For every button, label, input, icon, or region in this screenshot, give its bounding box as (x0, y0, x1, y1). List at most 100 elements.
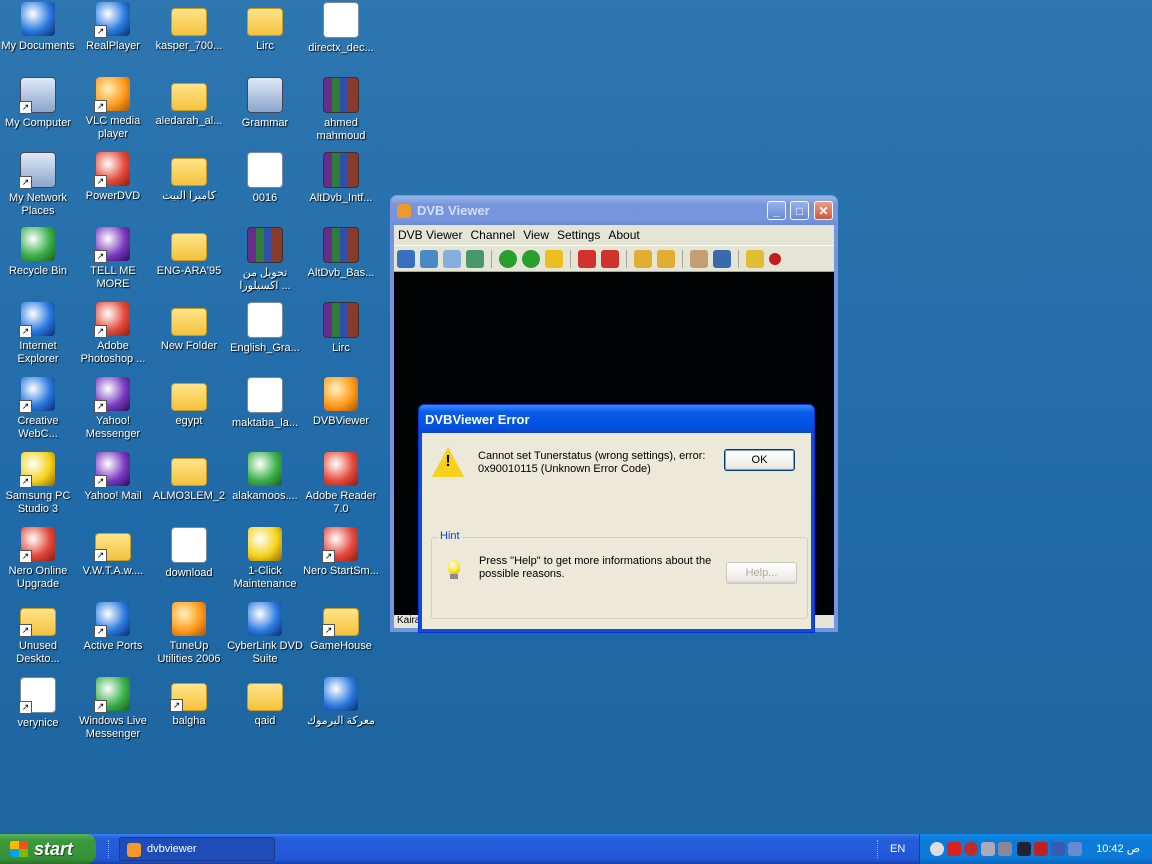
desktop-icon[interactable]: New Folder (151, 300, 227, 353)
tray-app-icon[interactable] (1034, 842, 1048, 856)
network-icon[interactable] (998, 842, 1012, 856)
desktop-icon[interactable]: Nero StartSm... (303, 525, 379, 578)
desktop-icon[interactable]: VLC media player (75, 75, 151, 141)
maximize-button[interactable]: □ (790, 201, 809, 220)
close-button[interactable]: ✕ (814, 201, 833, 220)
desktop-icon[interactable]: qaid (227, 675, 303, 728)
volume-down-icon[interactable] (634, 249, 652, 268)
desktop-icon[interactable]: GameHouse (303, 600, 379, 653)
error-dialog-title[interactable]: DVBViewer Error (419, 405, 814, 433)
error-dialog[interactable]: DVBViewer Error ! Cannot set Tunerstatus… (418, 404, 815, 633)
system-tray: 10:42 ص (919, 834, 1152, 864)
desktop-icon[interactable]: Windows Live Messenger (75, 675, 151, 741)
desktop-icon[interactable]: Recycle Bin (0, 225, 76, 278)
desktop-icon[interactable]: ahmed mahmoud (303, 75, 379, 143)
desktop-icon[interactable]: كاميرا البيت (151, 150, 227, 203)
desktop-icon[interactable]: TuneUp Utilities 2006 (151, 600, 227, 666)
desktop-icon[interactable]: egypt (151, 375, 227, 428)
taskbar-grip[interactable] (108, 840, 112, 858)
desktop-icon[interactable]: V.W.T.A.w.... (75, 525, 151, 578)
desktop-icon[interactable]: Adobe Reader 7.0 (303, 450, 379, 516)
clock[interactable]: 10:42 ص (1096, 834, 1140, 864)
start-button[interactable]: start (0, 834, 96, 864)
open-folder-icon[interactable] (746, 249, 764, 268)
dvbviewer-titlebar[interactable]: DVB Viewer _ □ ✕ (391, 196, 837, 225)
record-icon[interactable] (769, 252, 781, 265)
desktop-icon[interactable]: ENG-ARA'95 (151, 225, 227, 278)
desktop-icon[interactable]: AltDvb_Intf... (303, 150, 379, 205)
window-icon[interactable] (420, 249, 438, 268)
picture-icon[interactable] (713, 249, 731, 268)
desktop-icon[interactable]: download (151, 525, 227, 580)
tray-app-icon[interactable] (930, 842, 944, 856)
forward-icon[interactable] (522, 249, 540, 268)
desktop-icon[interactable]: Samsung PC Studio 3 (0, 450, 76, 516)
tray-app-icon[interactable] (964, 842, 978, 856)
desktop-icon[interactable]: My Network Places (0, 150, 76, 218)
teletext-icon[interactable] (443, 249, 461, 268)
network-icon[interactable] (981, 842, 995, 856)
desktop-icon[interactable]: Active Ports (75, 600, 151, 653)
desktop-icon[interactable]: PowerDVD (75, 150, 151, 203)
volume-up-icon[interactable] (657, 249, 675, 268)
desktop-icon[interactable]: TELL ME MORE (75, 225, 151, 291)
desktop-icon[interactable]: My Computer (0, 75, 76, 130)
favorites-star-icon[interactable] (545, 249, 563, 268)
desktop-icon[interactable]: Internet Explorer (0, 300, 76, 366)
menu-about[interactable]: About (608, 228, 639, 242)
menu-channel[interactable]: Channel (470, 228, 515, 242)
desktop-icon[interactable]: تحويل من اكسيلورا ... (227, 225, 303, 293)
desktop-icon[interactable]: CyberLink DVD Suite (227, 600, 303, 666)
desktop-icon[interactable]: Yahoo! Mail (75, 450, 151, 503)
taskbar-item-dvbviewer[interactable]: dvbviewer (119, 837, 275, 861)
minimize-button[interactable]: _ (767, 201, 786, 220)
help-button[interactable]: Help... (726, 562, 797, 584)
desktop-icon[interactable]: ALMO3LEM_2 (151, 450, 227, 503)
toolbar-separator (626, 249, 627, 268)
desktop-icon[interactable]: maktaba_la... (227, 375, 303, 430)
desktop-icon[interactable]: aledarah_al... (151, 75, 227, 128)
desktop-icon[interactable]: DVBViewer (303, 375, 379, 428)
desktop-icon[interactable]: Adobe Photoshop ... (75, 300, 151, 366)
osd-icon[interactable] (397, 249, 415, 268)
desktop-icon[interactable]: My Documents (0, 0, 76, 53)
signal-icon[interactable] (690, 249, 708, 268)
desktop-icon[interactable]: balgha (151, 675, 227, 728)
desktop-icon[interactable]: kasper_700... (151, 0, 227, 53)
back-icon[interactable] (499, 249, 517, 268)
excel-document-icon (171, 527, 207, 563)
menu-view[interactable]: View (523, 228, 549, 242)
desktop-icon[interactable]: Creative WebC... (0, 375, 76, 441)
ok-button[interactable]: OK (724, 449, 795, 471)
desktop-icon[interactable]: Grammar (227, 75, 303, 130)
desktop-icon[interactable]: Lirc (303, 300, 379, 355)
epg-icon[interactable] (466, 249, 484, 268)
channel-down-icon[interactable] (578, 249, 596, 268)
language-indicator[interactable]: EN (890, 834, 905, 864)
toolbar-separator (738, 249, 739, 268)
desktop-icon[interactable]: alakamoos.... (227, 450, 303, 503)
toolbar-separator (491, 249, 492, 268)
channel-up-icon[interactable] (601, 249, 619, 268)
desktop-icon[interactable]: directx_dec... (303, 0, 379, 55)
desktop-icon[interactable]: Lirc (227, 0, 303, 53)
desktop-icon[interactable]: AltDvb_Bas... (303, 225, 379, 280)
tray-app-icon[interactable] (1068, 842, 1082, 856)
tray-app-icon[interactable] (1051, 842, 1065, 856)
desktop-icon[interactable]: 1-Click Maintenance (227, 525, 303, 591)
desktop-icon[interactable]: verynice (0, 675, 76, 730)
desktop-icon[interactable]: Yahoo! Messenger (75, 375, 151, 441)
kaspersky-icon[interactable] (947, 842, 961, 856)
desktop-icon[interactable]: Nero Online Upgrade (0, 525, 76, 591)
desktop-icon-label: GameHouse (310, 640, 372, 652)
tray-app-icon[interactable] (1017, 842, 1031, 856)
taskbar-grip[interactable] (877, 840, 881, 858)
desktop-icon[interactable]: English_Gra... (227, 300, 303, 355)
desktop-icon[interactable]: معركة اليرموك (303, 675, 379, 728)
desktop-icon[interactable]: RealPlayer (75, 0, 151, 53)
menu-dvb-viewer[interactable]: DVB Viewer (398, 228, 462, 242)
desktop-icon[interactable]: 0016 (227, 150, 303, 205)
desktop-icon-label: DVBViewer (312, 415, 370, 427)
menu-settings[interactable]: Settings (557, 228, 600, 242)
desktop-icon[interactable]: Unused Deskto... (0, 600, 76, 666)
